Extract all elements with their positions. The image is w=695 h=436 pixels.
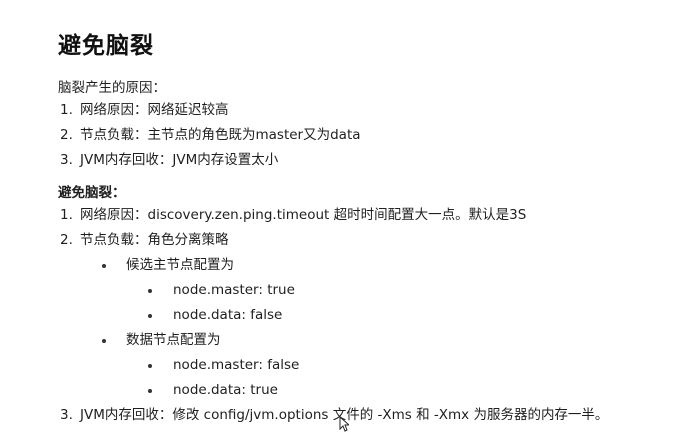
mouse-cursor-icon [339, 416, 349, 432]
bullet-icon [148, 389, 152, 393]
list-item-text: 节点负载：角色分离策略 [80, 232, 229, 248]
document-page: 避免脑裂 脑裂产生的原因： 1. 网络原因：网络延迟较高 2. 节点负载：主节点… [0, 0, 695, 436]
bullet-icon [148, 364, 152, 368]
list-item-text: 节点负载：主节点的角色既为master又为data [80, 127, 361, 143]
role-label: 候选主节点配置为 [126, 257, 234, 273]
list-item-text: JVM内存回收：JVM内存设置太小 [80, 152, 279, 168]
setting-text: node.data: false [173, 307, 283, 323]
list-item: 1. 网络原因：discovery.zen.ping.timeout 超时时间配… [58, 203, 695, 228]
role-label: 数据节点配置为 [126, 332, 221, 348]
setting-item: node.data: true [58, 378, 695, 403]
list-number: 3. [60, 407, 73, 423]
avoid-list: 1. 网络原因：discovery.zen.ping.timeout 超时时间配… [58, 203, 695, 253]
list-number: 1. [60, 207, 73, 223]
setting-text: node.master: true [173, 282, 295, 298]
bullet-icon [148, 289, 152, 293]
role-list: 候选主节点配置为 node.master: true node.data: fa… [58, 253, 695, 403]
bullet-icon [102, 339, 106, 343]
role-item-master-eligible: 候选主节点配置为 [58, 253, 695, 278]
list-number: 2. [60, 127, 73, 143]
list-number: 3. [60, 152, 73, 168]
avoid-heading: 避免脑裂： [58, 185, 126, 201]
bullet-icon [102, 264, 106, 268]
setting-item: node.master: true [58, 278, 695, 303]
list-item-text: 网络原因：discovery.zen.ping.timeout 超时时间配置大一… [80, 207, 527, 223]
list-number: 1. [60, 102, 73, 118]
page-title: 避免脑裂 [58, 33, 154, 59]
avoid-list-continued: 3. JVM内存回收：修改 config/jvm.options 文件的 -Xm… [58, 403, 695, 428]
role-item-data-node: 数据节点配置为 [58, 328, 695, 353]
setting-text: node.master: false [173, 357, 300, 373]
causes-heading: 脑裂产生的原因： [58, 80, 166, 96]
list-number: 2. [60, 232, 73, 248]
bullet-icon [148, 314, 152, 318]
setting-item: node.master: false [58, 353, 695, 378]
list-item: 3. JVM内存回收：修改 config/jvm.options 文件的 -Xm… [58, 403, 695, 428]
list-item: 1. 网络原因：网络延迟较高 [58, 98, 695, 123]
setting-item: node.data: false [58, 303, 695, 328]
list-item: 3. JVM内存回收：JVM内存设置太小 [58, 148, 695, 173]
list-item: 2. 节点负载：角色分离策略 [58, 228, 695, 253]
setting-text: node.data: true [173, 382, 278, 398]
causes-list: 1. 网络原因：网络延迟较高 2. 节点负载：主节点的角色既为master又为d… [58, 98, 695, 173]
list-item-text: 网络原因：网络延迟较高 [80, 102, 229, 118]
list-item: 2. 节点负载：主节点的角色既为master又为data [58, 123, 695, 148]
